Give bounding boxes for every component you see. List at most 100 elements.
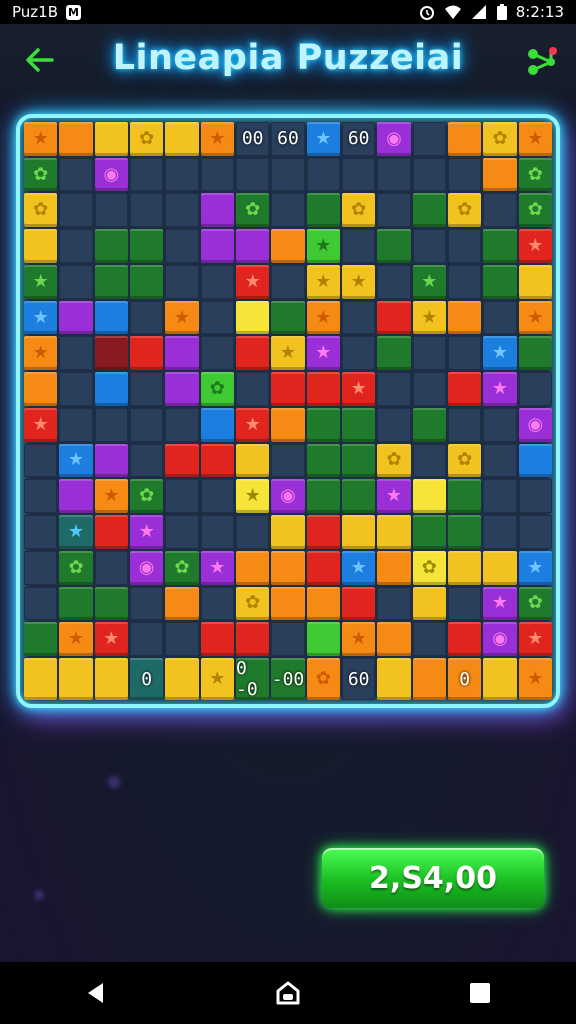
grid-tile[interactable] — [483, 550, 517, 585]
grid-tile[interactable] — [377, 407, 411, 442]
grid-tile[interactable] — [412, 515, 446, 549]
grid-tile[interactable] — [165, 407, 199, 442]
grid-tile[interactable] — [24, 479, 58, 514]
grid-tile[interactable]: ✿ — [518, 193, 552, 228]
grid-tile[interactable]: ★ — [483, 372, 517, 406]
grid-tile[interactable]: ✿ — [377, 443, 411, 478]
grid-tile[interactable] — [341, 336, 376, 371]
grid-tile[interactable] — [59, 372, 93, 406]
grid-tile[interactable] — [200, 586, 234, 621]
grid-tile[interactable]: ✿ — [200, 372, 234, 406]
grid-tile[interactable]: ★ — [200, 658, 234, 700]
grid-tile[interactable] — [200, 193, 234, 228]
grid-tile[interactable]: ★ — [483, 586, 517, 621]
grid-tile[interactable] — [271, 622, 305, 656]
grid-tile[interactable] — [306, 443, 340, 478]
nav-recents-button[interactable] — [458, 971, 502, 1015]
grid-tile[interactable] — [24, 658, 58, 700]
grid-tile[interactable] — [483, 515, 517, 549]
grid-tile[interactable]: 0 — [447, 658, 482, 700]
grid-tile[interactable] — [306, 407, 340, 442]
grid-tile[interactable] — [341, 515, 376, 549]
grid-tile[interactable] — [447, 550, 482, 585]
grid-tile[interactable] — [271, 157, 305, 192]
grid-tile[interactable] — [200, 157, 234, 192]
grid-tile[interactable] — [483, 300, 517, 335]
grid-tile[interactable]: ★ — [341, 372, 376, 406]
grid-tile[interactable] — [447, 229, 482, 263]
grid-tile[interactable] — [24, 443, 58, 478]
grid-tile[interactable] — [518, 336, 552, 371]
grid-tile[interactable] — [200, 443, 234, 478]
grid-tile[interactable] — [447, 407, 482, 442]
grid-tile[interactable] — [165, 586, 199, 621]
grid-tile[interactable] — [165, 229, 199, 263]
grid-tile[interactable]: ◉ — [483, 622, 517, 656]
grid-tile[interactable] — [235, 622, 270, 656]
grid-tile[interactable]: ✿ — [24, 157, 58, 192]
grid-tile[interactable] — [306, 586, 340, 621]
grid-tile[interactable] — [377, 157, 411, 192]
grid-tile[interactable] — [129, 193, 164, 228]
grid-tile[interactable] — [24, 229, 58, 263]
grid-tile[interactable] — [94, 336, 128, 371]
grid-tile[interactable]: ★ — [235, 479, 270, 514]
grid-tile[interactable] — [235, 336, 270, 371]
grid-tile[interactable]: ✿ — [518, 157, 552, 192]
grid-tile[interactable] — [447, 157, 482, 192]
grid-tile[interactable]: ★ — [306, 122, 340, 156]
grid-tile[interactable] — [165, 122, 199, 156]
grid-tile[interactable] — [377, 586, 411, 621]
grid-tile[interactable] — [483, 658, 517, 700]
grid-tile[interactable] — [59, 264, 93, 299]
grid-tile[interactable] — [129, 229, 164, 263]
grid-tile[interactable]: 0 — [129, 658, 164, 700]
grid-tile[interactable] — [306, 193, 340, 228]
grid-tile[interactable] — [235, 515, 270, 549]
grid-tile[interactable] — [94, 550, 128, 585]
grid-tile[interactable] — [59, 586, 93, 621]
grid-tile[interactable] — [518, 479, 552, 514]
grid-tile[interactable]: ★ — [235, 407, 270, 442]
grid-tile[interactable] — [412, 479, 446, 514]
grid-tile[interactable] — [377, 658, 411, 700]
grid-tile[interactable]: ✿ — [518, 586, 552, 621]
grid-tile[interactable] — [483, 229, 517, 263]
grid-tile[interactable]: ★ — [341, 264, 376, 299]
grid-tile[interactable] — [341, 229, 376, 263]
grid-tile[interactable] — [306, 622, 340, 656]
grid-tile[interactable] — [235, 372, 270, 406]
grid-tile[interactable]: ★ — [59, 443, 93, 478]
grid-tile[interactable] — [271, 372, 305, 406]
grid-tile[interactable]: ★ — [59, 515, 93, 549]
grid-tile[interactable] — [165, 515, 199, 549]
grid-tile[interactable] — [200, 229, 234, 263]
grid-tile[interactable] — [59, 479, 93, 514]
grid-tile[interactable] — [447, 479, 482, 514]
grid-tile[interactable]: ★ — [412, 300, 446, 335]
grid-tile[interactable] — [447, 300, 482, 335]
grid-tile[interactable]: ★ — [94, 622, 128, 656]
grid-tile[interactable] — [59, 407, 93, 442]
grid-tile[interactable]: ✿ — [129, 479, 164, 514]
grid-tile[interactable] — [447, 515, 482, 549]
grid-tile[interactable] — [412, 122, 446, 156]
grid-tile[interactable] — [59, 658, 93, 700]
grid-tile[interactable] — [94, 443, 128, 478]
grid-tile[interactable] — [377, 264, 411, 299]
grid-tile[interactable]: ★ — [306, 336, 340, 371]
grid-tile[interactable]: ★ — [518, 229, 552, 263]
grid-tile[interactable] — [165, 372, 199, 406]
grid-tile[interactable] — [483, 443, 517, 478]
grid-tile[interactable] — [377, 229, 411, 263]
grid-tile[interactable] — [94, 300, 128, 335]
share-button[interactable] — [524, 44, 560, 80]
grid-tile[interactable]: ★ — [341, 622, 376, 656]
grid-tile[interactable]: ★ — [412, 264, 446, 299]
grid-tile[interactable] — [306, 550, 340, 585]
score-button[interactable]: 2,S4,00 — [322, 848, 544, 908]
grid-tile[interactable]: ★ — [518, 658, 552, 700]
grid-tile[interactable]: ✿ — [165, 550, 199, 585]
grid-tile[interactable] — [59, 157, 93, 192]
nav-home-button[interactable] — [266, 971, 310, 1015]
